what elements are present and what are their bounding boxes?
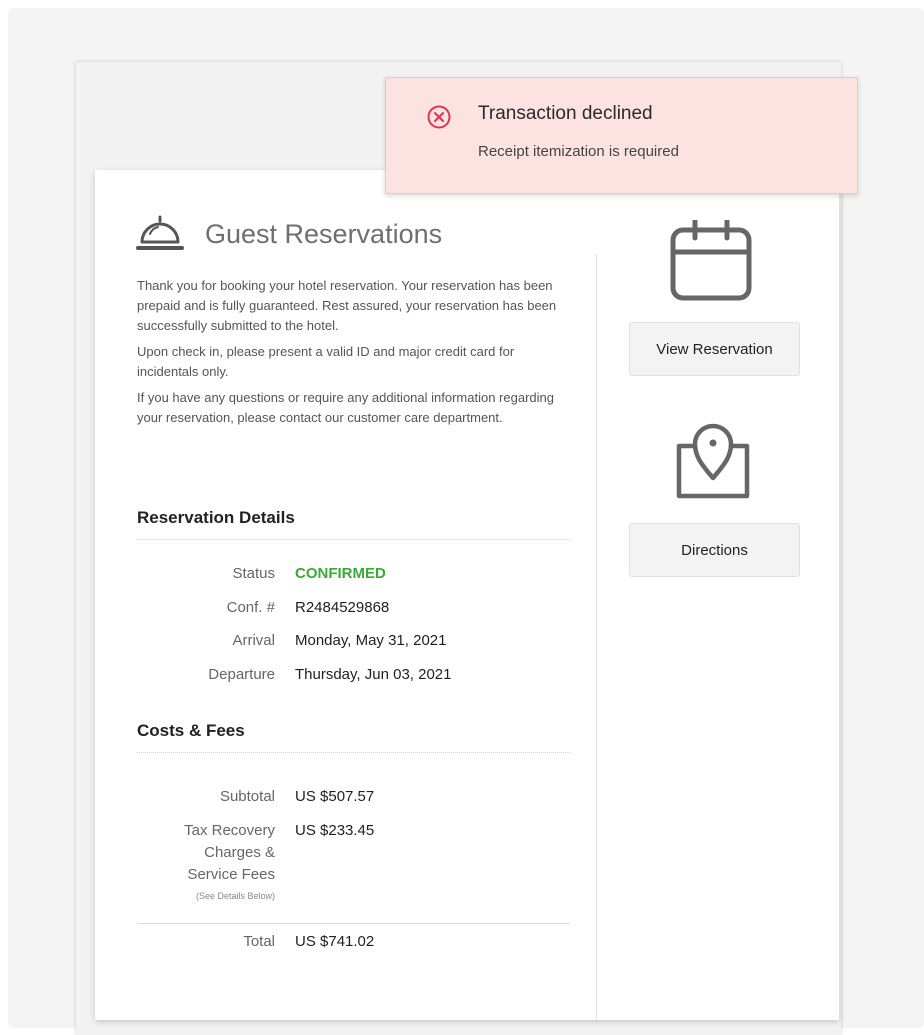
column-divider — [596, 254, 597, 1020]
status-row: Status CONFIRMED — [137, 563, 577, 585]
arrival-label: Arrival — [232, 632, 275, 649]
tax-label-line: Tax Recovery — [184, 822, 275, 839]
total-label: Total — [243, 933, 275, 950]
subtotal-value: US $507.57 — [295, 788, 375, 805]
tax-note: (See Details Below) — [195, 891, 275, 901]
arrival-value: Monday, May 31, 2021 — [295, 632, 447, 649]
tax-label: Tax Recovery Charges & Service Fees (See… — [137, 820, 295, 906]
subtotal-row: Subtotal US $507.57 — [137, 786, 577, 808]
intro-text: Thank you for booking your hotel reserva… — [137, 276, 577, 434]
status-label: Status — [232, 565, 275, 582]
reservation-details-heading: Reservation Details — [137, 508, 295, 527]
tax-label-line: Service Fees — [187, 866, 275, 883]
departure-label: Departure — [208, 666, 275, 683]
conf-label: Conf. # — [226, 599, 275, 616]
reservation-card: Guest Reservations Thank you for booking… — [95, 170, 839, 1020]
total-row: Total US $741.02 — [137, 931, 577, 953]
service-bell-icon — [136, 215, 184, 250]
error-circle-icon — [427, 105, 451, 129]
intro-paragraph: Upon check in, please present a valid ID… — [137, 344, 515, 379]
directions-button[interactable]: Directions — [629, 523, 800, 577]
view-reservation-button[interactable]: View Reservation — [629, 322, 800, 376]
page-title: Guest Reservations — [205, 218, 443, 249]
departure-value: Thursday, Jun 03, 2021 — [295, 666, 452, 683]
toast-title: Transaction declined — [478, 103, 653, 124]
intro-paragraph: If you have any questions or require any… — [137, 390, 554, 425]
tax-label-line: Charges & — [204, 844, 275, 861]
toast-message: Receipt itemization is required — [478, 143, 679, 160]
conf-value: R2484529868 — [295, 599, 390, 616]
error-toast[interactable]: Transaction declined Receipt itemization… — [385, 77, 858, 194]
conf-row: Conf. # R2484529868 — [137, 597, 577, 619]
total-value: US $741.02 — [295, 933, 375, 950]
intro-paragraph: Thank you for booking your hotel reserva… — [137, 278, 557, 333]
subtotal-label: Subtotal — [219, 788, 275, 805]
calendar-icon — [670, 220, 752, 301]
tax-value: US $233.45 — [295, 822, 375, 839]
section-divider — [137, 539, 570, 540]
status-value: CONFIRMED — [295, 565, 386, 582]
costs-heading: Costs & Fees — [137, 721, 245, 740]
map-pin-icon — [676, 423, 750, 499]
departure-row: Departure Thursday, Jun 03, 2021 — [137, 664, 577, 686]
arrival-row: Arrival Monday, May 31, 2021 — [137, 630, 577, 652]
section-divider — [137, 752, 570, 753]
header: Guest Reservations — [135, 214, 442, 254]
total-divider — [137, 923, 570, 924]
